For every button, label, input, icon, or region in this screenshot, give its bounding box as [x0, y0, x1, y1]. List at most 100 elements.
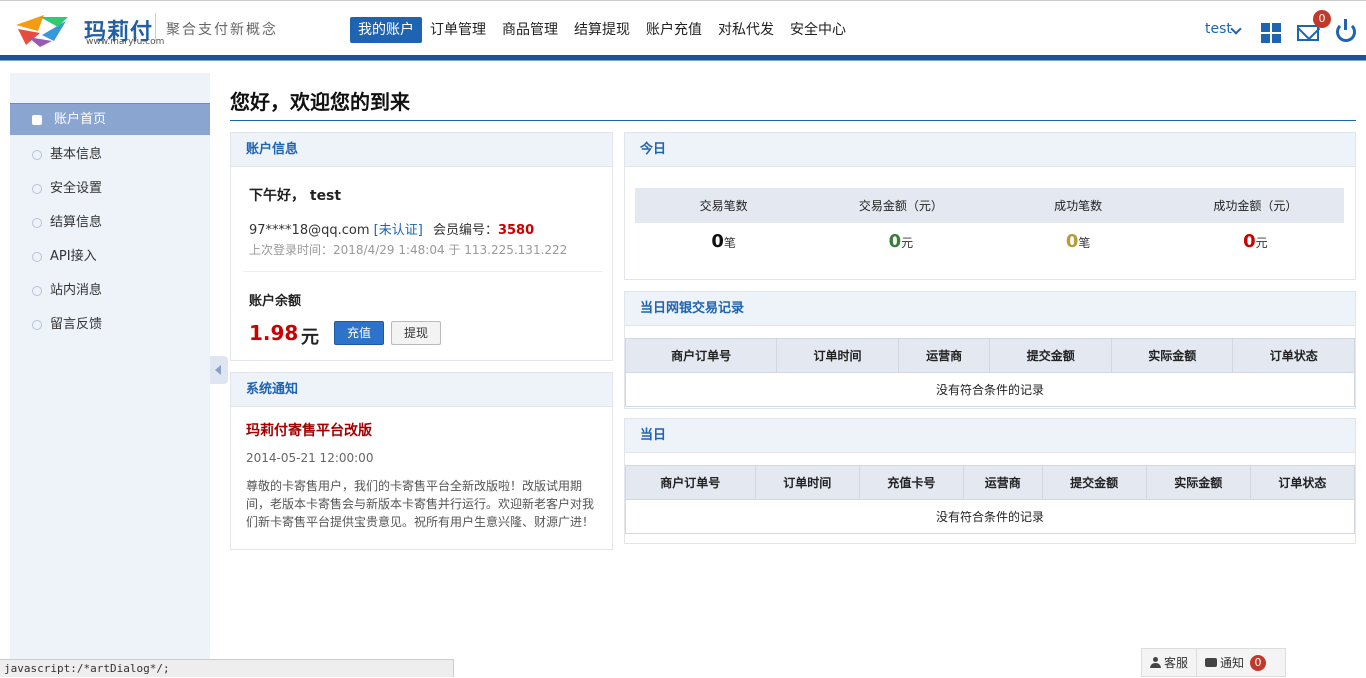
nav-orders[interactable]: 订单管理	[422, 17, 494, 43]
table-header-row: 商户订单号 订单时间 充值卡号 运营商 提交金额 实际金额 订单状态	[625, 465, 1356, 500]
divider	[243, 271, 603, 272]
stats-column-header: 成功笔数	[1054, 199, 1103, 213]
column-header: 商户订单号	[624, 338, 778, 373]
nav-recharge[interactable]: 账户充值	[638, 17, 710, 43]
stat-number: 0	[1243, 230, 1256, 252]
bank-records-table: 商户订单号 订单时间 运营商 提交金额 实际金额 订单状态 没有符合条件的记录	[624, 338, 1355, 407]
chat-bubble-icon	[1205, 658, 1218, 667]
sidebar-item-label: 站内消息	[50, 283, 103, 298]
table-row: 没有符合条件的记录	[625, 499, 1355, 534]
nav-my-account[interactable]: 我的账户	[350, 17, 422, 43]
card-records-table: 商户订单号 订单时间 充值卡号 运营商 提交金额 实际金额 订单状态 没有符合条…	[625, 465, 1356, 534]
chevron-down-icon[interactable]	[1230, 23, 1242, 35]
stat-success-amount: 0元	[1167, 231, 1344, 252]
sidebar-item-label: 安全设置	[50, 181, 103, 196]
bullet-icon	[32, 320, 42, 330]
column-header: 提交金额	[1041, 465, 1147, 500]
nav-security-center[interactable]: 安全中心	[782, 17, 854, 43]
sidebar: 账户首页 基本信息 安全设置 结算信息 API接入 站内消息 留言反馈	[10, 73, 210, 677]
stat-number: 0	[1065, 230, 1079, 252]
column-header: 订单状态	[1232, 338, 1355, 373]
panel-heading: 系统通知	[231, 373, 612, 407]
today-stats-panel: 今日 交易笔数 交易金额（元） 成功笔数 成功金额（元） 0笔 0元 0笔 0元	[624, 132, 1356, 280]
stat-trade-count: 0笔	[635, 231, 812, 252]
main-nav: 我的账户 订单管理 商品管理 结算提现 账户充值 对私代发 安全中心	[350, 17, 854, 43]
today-stats-table: 交易笔数 交易金额（元） 成功笔数 成功金额（元） 0笔 0元 0笔 0元	[635, 188, 1344, 259]
column-header: 运营商	[897, 338, 991, 373]
customer-service-button[interactable]: 客服	[1142, 648, 1196, 677]
notification-count-badge: 0	[1250, 654, 1267, 671]
stat-unit: 笔	[1078, 235, 1091, 250]
member-id: 3580	[497, 223, 535, 238]
sidebar-item-label: 结算信息	[50, 215, 103, 230]
stat-number: 0	[888, 230, 902, 252]
stat-unit: 元	[901, 235, 914, 250]
stat-trade-amount: 0元	[812, 231, 989, 252]
logout-power-icon[interactable]	[1336, 19, 1356, 42]
column-header: 订单状态	[1249, 465, 1356, 500]
sidebar-item-label: 账户首页	[54, 112, 107, 127]
table-header-row: 商户订单号 订单时间 运营商 提交金额 实际金额 订单状态	[624, 338, 1355, 373]
logo-mark-icon	[16, 15, 68, 47]
sidebar-item-site-messages[interactable]: 站内消息	[10, 275, 210, 307]
verify-status-link[interactable]: [未认证]	[374, 223, 423, 238]
member-id-label: 会员编号：	[432, 223, 498, 238]
page-title: 您好，欢迎您的到来	[230, 90, 410, 114]
slogan: 聚合支付新概念	[166, 22, 278, 38]
customer-service-label: 客服	[1164, 656, 1189, 670]
sidebar-collapse-toggle[interactable]	[210, 356, 228, 384]
bullet-icon	[32, 252, 42, 262]
stat-unit: 元	[1255, 235, 1268, 250]
mail-icon[interactable]	[1297, 25, 1319, 41]
sidebar-item-basic-info[interactable]: 基本信息	[10, 139, 210, 171]
table-row: 没有符合条件的记录	[625, 372, 1355, 407]
header-accent-bar	[0, 55, 1366, 61]
withdraw-button[interactable]: 提现	[391, 321, 442, 345]
balance-unit: 元	[301, 327, 319, 348]
apps-grid-icon[interactable]	[1261, 23, 1281, 43]
column-header: 订单时间	[754, 465, 860, 500]
empty-message: 没有符合条件的记录	[625, 499, 1355, 534]
sidebar-item-account-home[interactable]: 账户首页	[10, 103, 210, 135]
balance-label: 账户余额	[249, 294, 302, 309]
card-records-panel: 当日 商户订单号 订单时间 充值卡号 运营商 提交金额 实际金额 订单状态 没有…	[624, 418, 1356, 544]
person-icon	[1150, 657, 1161, 668]
recharge-button[interactable]: 充值	[334, 321, 385, 345]
sidebar-item-label: 留言反馈	[50, 317, 103, 332]
stats-column-header: 成功金额（元）	[1213, 199, 1298, 213]
column-header: 实际金额	[1145, 465, 1251, 500]
column-header: 实际金额	[1110, 338, 1234, 373]
title-divider	[230, 120, 1356, 121]
sidebar-item-feedback[interactable]: 留言反馈	[10, 309, 210, 341]
greeting: 下午好， test	[249, 188, 342, 204]
notice-body: 尊敬的卡寄售用户，我们的卡寄售平台全新改版啦！改版试用期间，老版本卡寄售会与新版…	[246, 479, 595, 529]
column-header: 商户订单号	[625, 465, 756, 500]
stats-column-header: 交易金额（元）	[858, 199, 943, 213]
logo[interactable]: 玛莉付 www.maryfu.com	[14, 9, 164, 47]
panel-heading: 今日	[625, 133, 1355, 167]
stats-column-header: 交易笔数	[699, 199, 748, 213]
bullet-icon	[32, 218, 42, 228]
nav-private-payout[interactable]: 对私代发	[710, 17, 782, 43]
sidebar-item-api-access[interactable]: API接入	[10, 241, 210, 273]
nav-settlement[interactable]: 结算提现	[566, 17, 638, 43]
stats-value-row: 0笔 0元 0笔 0元	[635, 223, 1344, 259]
sidebar-item-settlement-info[interactable]: 结算信息	[10, 207, 210, 239]
panel-heading: 账户信息	[231, 133, 612, 167]
account-email: 97****18@qq.com	[249, 223, 370, 238]
nav-products[interactable]: 商品管理	[494, 17, 566, 43]
notifications-button[interactable]: 通知 0	[1196, 648, 1274, 677]
mail-count-badge: 0	[1313, 10, 1331, 28]
account-info-panel: 账户信息 下午好， test 97****18@qq.com [未认证] 会员编…	[230, 132, 613, 361]
stat-success-count: 0笔	[990, 231, 1167, 252]
notice-title-link[interactable]: 玛莉付寄售平台改版	[246, 420, 372, 440]
user-menu[interactable]: test	[1205, 21, 1232, 37]
notifications-label: 通知	[1220, 656, 1245, 670]
bullet-icon	[32, 150, 42, 160]
stat-unit: 笔	[723, 235, 736, 250]
panel-heading: 当日网银交易记录	[625, 292, 1355, 326]
sidebar-item-security-settings[interactable]: 安全设置	[10, 173, 210, 205]
bullet-icon	[32, 286, 42, 296]
stats-header-row: 交易笔数 交易金额（元） 成功笔数 成功金额（元）	[635, 188, 1344, 223]
last-login: 上次登录时间：2018/4/29 1:48:04 于 113.225.131.2…	[249, 243, 568, 257]
